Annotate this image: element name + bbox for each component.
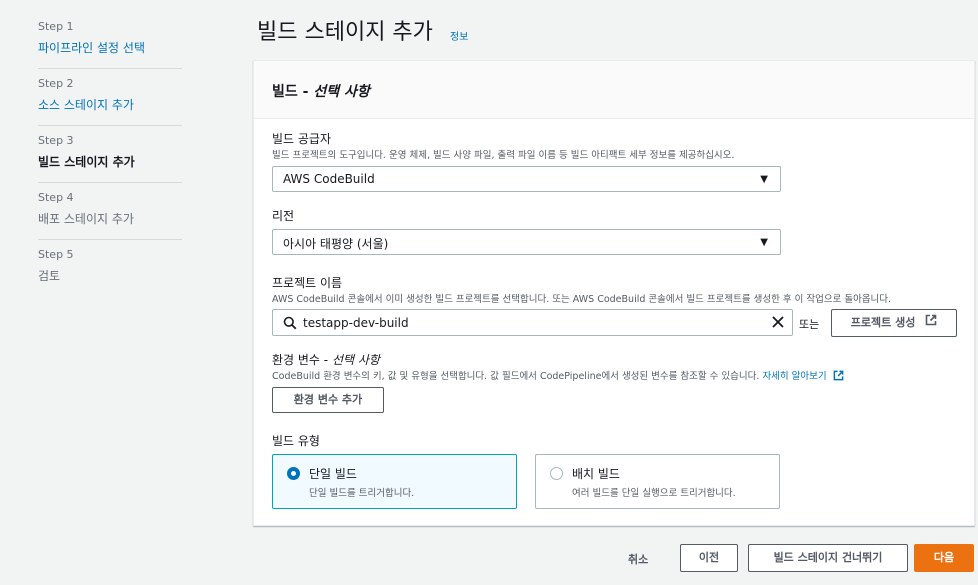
learn-more-link[interactable]: 자세히 알아보기	[762, 371, 826, 382]
step-4: Step 4 배포 스테이지 추가	[38, 183, 182, 240]
region-select[interactable]: 아시아 태평양 (서울) ▼	[272, 229, 781, 255]
radio-selected-icon	[287, 467, 300, 480]
step-number: Step 5	[38, 248, 74, 261]
step-3: Step 3 빌드 스테이지 추가	[38, 126, 182, 183]
clear-icon[interactable]	[770, 314, 786, 334]
or-text: 또는	[799, 318, 820, 331]
env-description: CodeBuild 환경 변수의 키, 값 및 유형을 선택합니다. 값 필드에…	[272, 368, 844, 384]
step-review: 검토	[38, 269, 61, 283]
radio-description: 여러 빌드를 단일 실행으로 트리거합니다.	[572, 488, 736, 499]
provider-select[interactable]: AWS CodeBuild ▼	[272, 166, 781, 192]
panel-header: 빌드 - 선택 사항	[254, 61, 974, 119]
next-button[interactable]: 다음	[914, 544, 974, 572]
build-panel: 빌드 - 선택 사항 빌드 공급자 빌드 프로젝트의 도구입니다. 운영 체제,…	[253, 60, 975, 526]
provider-label: 빌드 공급자	[272, 132, 332, 146]
step-1: Step 1 파이프라인 설정 선택	[38, 12, 182, 69]
panel-title: 빌드 -	[272, 84, 314, 100]
step-number: Step 2	[38, 77, 74, 90]
build-type-label: 빌드 유형	[272, 434, 320, 448]
env-description-text: CodeBuild 환경 변수의 키, 값 및 유형을 선택합니다. 값 필드에…	[272, 371, 760, 382]
project-search-input[interactable]	[303, 314, 743, 331]
add-env-variable-button[interactable]: 환경 변수 추가	[272, 387, 384, 413]
external-link-icon	[925, 310, 937, 336]
provider-description: 빌드 프로젝트의 도구입니다. 운영 체제, 빌드 사양 파일, 출력 파일 이…	[272, 150, 735, 161]
create-project-label: 프로젝트 생성	[850, 316, 916, 329]
step-link-pipeline-settings[interactable]: 파이프라인 설정 선택	[38, 40, 182, 56]
radio-description: 단일 빌드를 트리거합니다.	[309, 488, 415, 499]
step-number: Step 3	[38, 134, 74, 147]
step-5: Step 5 검토	[38, 240, 182, 297]
caret-down-icon: ▼	[760, 174, 768, 185]
external-link-icon	[833, 370, 844, 384]
radio-title: 단일 빌드	[309, 467, 357, 481]
project-label: 프로젝트 이름	[272, 276, 343, 290]
radio-single-build[interactable]: 단일 빌드 단일 빌드를 트리거합니다.	[272, 454, 517, 509]
radio-batch-build[interactable]: 배치 빌드 여러 빌드를 단일 실행으로 트리거합니다.	[535, 454, 780, 509]
panel-title-optional: 선택 사항	[313, 84, 370, 100]
search-icon	[283, 315, 297, 334]
info-link[interactable]: 정보	[450, 28, 468, 43]
previous-button[interactable]: 이전	[680, 544, 738, 572]
skip-build-stage-button[interactable]: 빌드 스테이지 건너뛰기	[748, 544, 908, 572]
radio-unselected-icon	[550, 467, 563, 480]
env-label-text: 환경 변수 -	[272, 353, 332, 367]
provider-select-value: AWS CodeBuild	[283, 172, 375, 186]
step-deploy-stage: 배포 스테이지 추가	[38, 212, 134, 226]
step-link-source-stage[interactable]: 소스 스테이지 추가	[38, 97, 182, 113]
radio-title: 배치 빌드	[572, 467, 620, 481]
cancel-button[interactable]: 취소	[628, 551, 648, 567]
step-number: Step 1	[38, 20, 74, 33]
project-search	[272, 309, 793, 336]
step-current-build-stage: 빌드 스테이지 추가	[38, 155, 135, 169]
project-description: AWS CodeBuild 콘솔에서 이미 생성한 빌드 프로젝트를 선택합니다…	[272, 294, 892, 305]
page-title: 빌드 스테이지 추가	[257, 20, 433, 45]
create-project-button[interactable]: 프로젝트 생성	[831, 309, 957, 337]
env-label-optional: 선택 사항	[331, 353, 380, 367]
step-number: Step 4	[38, 191, 74, 204]
region-select-value: 아시아 태평양 (서울)	[283, 237, 389, 251]
wizard-steps: Step 1 파이프라인 설정 선택 Step 2 소스 스테이지 추가 Ste…	[38, 12, 182, 297]
region-label: 리전	[272, 209, 295, 223]
step-2: Step 2 소스 스테이지 추가	[38, 69, 182, 126]
caret-down-icon: ▼	[760, 237, 768, 248]
env-label: 환경 변수 - 선택 사항	[272, 351, 380, 368]
